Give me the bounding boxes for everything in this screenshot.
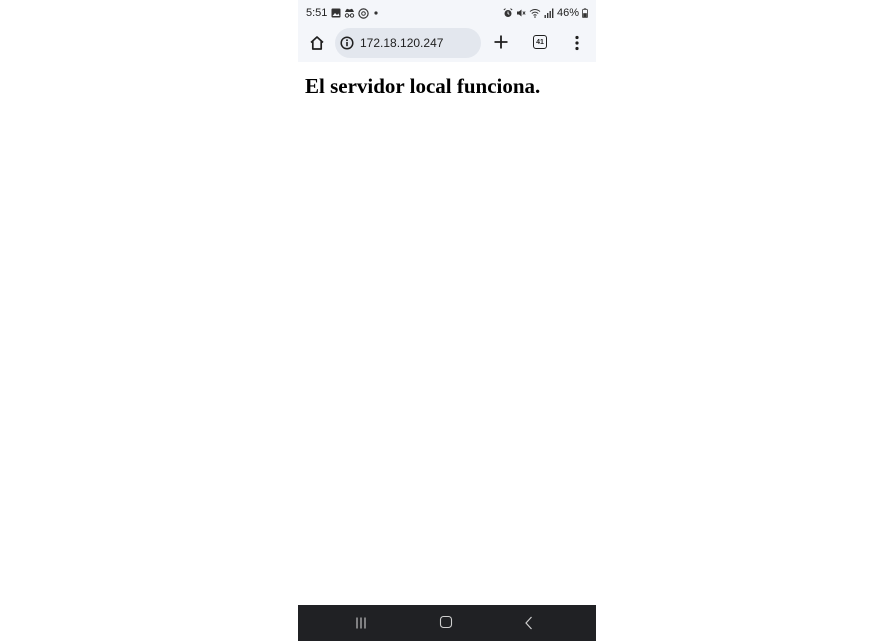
phone-screen: 5:51 46% 172.18.120.247 41 El servidor l…	[298, 0, 596, 641]
site-info-icon[interactable]	[340, 36, 354, 50]
nav-home-icon[interactable]	[439, 615, 453, 629]
threads-icon	[358, 7, 369, 19]
mute-icon	[516, 9, 526, 17]
tab-switcher-button[interactable]: 41	[533, 35, 547, 49]
system-icons: 46%	[503, 7, 588, 19]
battery-percentage: 46%	[556, 7, 579, 19]
navigation-bar	[298, 605, 596, 641]
alarm-icon	[503, 8, 513, 17]
status-bar: 5:51 46%	[298, 0, 596, 26]
url-text: 172.18.120.247	[360, 36, 444, 50]
browser-toolbar: 172.18.120.247 41	[298, 26, 596, 62]
battery-icon	[582, 8, 588, 18]
incognito-icon	[344, 8, 355, 18]
wifi-icon	[529, 9, 541, 18]
new-tab-button[interactable]	[492, 33, 510, 51]
web-page: El servidor local funciona.	[298, 62, 596, 605]
signal-icon	[544, 8, 554, 18]
notification-icons	[331, 7, 380, 19]
dot-icon	[374, 11, 378, 15]
page-heading: El servidor local funciona.	[305, 74, 541, 98]
recents-icon[interactable]	[354, 616, 368, 630]
gallery-icon	[331, 8, 341, 18]
home-icon	[310, 36, 324, 50]
back-icon[interactable]	[523, 615, 535, 631]
more-options-icon[interactable]	[570, 34, 584, 52]
home-button[interactable]	[307, 33, 327, 53]
status-time: 5:51	[306, 7, 328, 19]
address-bar[interactable]: 172.18.120.247	[335, 28, 481, 58]
tab-count: 41	[536, 38, 544, 46]
